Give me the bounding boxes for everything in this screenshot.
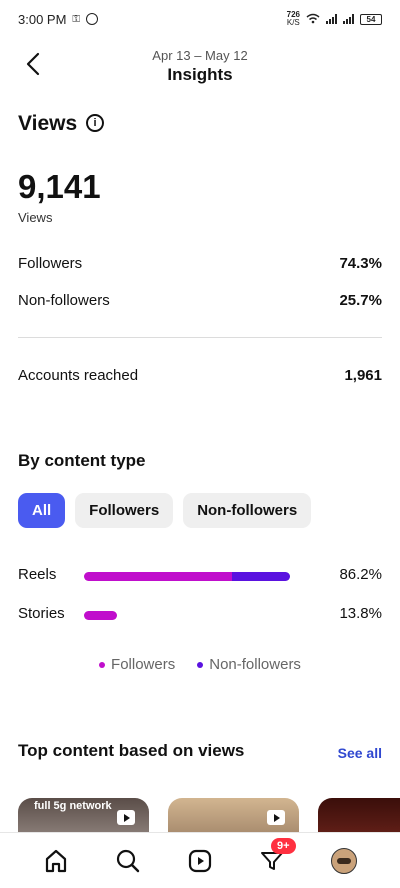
views-title: Views [18,112,78,135]
stories-bar-row: Stories 13.8% [18,605,382,625]
top-content-title: Top content based on views [18,741,245,760]
legend-non-followers-label: Non-followers [209,656,301,673]
chip-all[interactable]: All [18,493,66,528]
legend-followers: Followers [99,656,175,673]
whatsapp-icon [86,13,99,25]
date-range: Apr 13 – May 12 [152,48,248,63]
page-title: Insights [167,65,233,84]
legend-followers-label: Followers [111,656,176,673]
status-time: 3:00 PM [18,11,67,27]
battery-level: 54 [366,14,376,24]
content-thumbnail-1[interactable]: full 5g network [18,798,149,832]
header: Apr 13 – May 12 Insights [0,38,400,90]
network-speed: 726 K/S [287,11,300,27]
legend-followers-dot [99,661,106,668]
reel-icon [267,810,285,825]
chip-followers[interactable]: Followers [75,493,174,528]
battery-icon: 54 [360,13,382,25]
content-type-title: By content type [18,451,146,470]
chip-non-followers[interactable]: Non-followers [183,493,312,528]
stories-label: Stories [18,605,65,622]
status-bar: 3:00 PM ⚿ 726 K/S 54 [0,0,400,38]
reels-value: 86.2% [339,566,382,583]
search-icon[interactable] [113,846,143,876]
followers-label: Followers [18,255,83,272]
non-followers-label: Non-followers [18,292,110,309]
reels-icon[interactable] [185,846,215,876]
reels-bar-row: Reels 86.2% [18,566,382,586]
key-icon: ⚿ [72,13,81,25]
signal-icon-1 [326,14,337,24]
signal-icon-2 [343,14,354,24]
notification-badge: 9+ [271,837,296,854]
stories-followers-segment [84,611,117,620]
reel-icon [117,810,135,825]
legend-non-followers: Non-followers [197,656,301,673]
accounts-reached-value: 1,961 [344,367,382,384]
wifi-icon [306,13,320,26]
followers-row: Followers 74.3% [18,255,382,272]
reels-followers-segment [84,572,233,581]
content-thumbnail-3[interactable] [318,798,400,832]
thumbnail-caption: full 5g network [34,800,112,812]
reels-non-followers-segment [232,572,290,581]
avatar [331,847,357,874]
stories-value: 13.8% [339,605,382,622]
info-icon[interactable]: i [86,114,104,132]
views-total: 9,141 [18,168,101,205]
activity-icon[interactable]: 9+ [257,837,296,876]
followers-value: 74.3% [339,255,382,272]
non-followers-row: Non-followers 25.7% [18,292,382,309]
reels-label: Reels [18,566,57,583]
home-icon[interactable] [41,846,71,876]
accounts-reached-row[interactable]: Accounts reached 1,961 [18,367,382,384]
views-total-label: Views [18,210,53,225]
accounts-reached-label: Accounts reached [18,367,139,384]
profile-avatar[interactable] [329,846,359,876]
content-filter-chips: All Followers Non-followers [18,493,312,528]
top-content-thumbnails: full 5g network [18,798,400,832]
chart-legend: Followers Non-followers [0,656,400,673]
legend-non-followers-dot [197,661,204,668]
stories-bar [84,611,290,620]
divider [18,337,382,338]
content-thumbnail-2[interactable] [168,798,299,832]
see-all-link[interactable]: See all [338,745,382,761]
network-speed-unit: K/S [286,18,300,27]
bottom-nav: 9+ [0,832,400,888]
reels-bar [84,572,290,581]
non-followers-value: 25.7% [339,292,382,309]
